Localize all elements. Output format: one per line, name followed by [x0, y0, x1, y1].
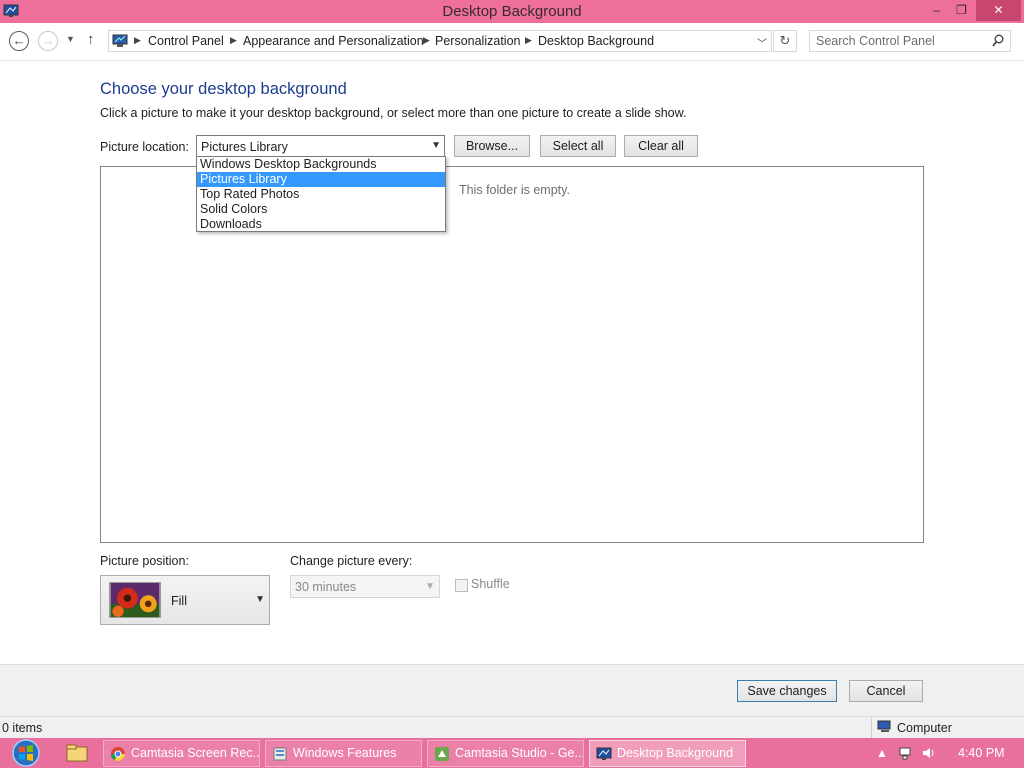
volume-icon[interactable]: [921, 746, 937, 760]
save-changes-button[interactable]: Save changes: [737, 680, 837, 702]
dropdown-option-downloads[interactable]: Downloads: [197, 217, 445, 232]
taskbar-item-label: Windows Features: [293, 746, 397, 760]
shuffle-checkbox: [455, 579, 468, 592]
flower-thumbnail-image: [109, 582, 161, 618]
breadcrumb-separator-icon: ▶: [230, 35, 237, 45]
camtasia-studio-icon: [435, 747, 449, 761]
address-dropdown-icon[interactable]: ﹀: [757, 35, 767, 50]
picture-position-select[interactable]: Fill ▼: [100, 575, 270, 625]
picture-position-label: Picture position:: [100, 554, 189, 568]
breadcrumb-control-panel[interactable]: Control Panel: [148, 34, 224, 48]
address-bar[interactable]: ▶ Control Panel ▶ Appearance and Persona…: [108, 30, 772, 52]
taskbar-item-label: Desktop Background: [617, 746, 734, 760]
dropdown-option-windows-backgrounds[interactable]: Windows Desktop Backgrounds: [197, 157, 445, 172]
close-button[interactable]: ✕: [976, 0, 1021, 21]
status-location: Computer: [897, 721, 952, 735]
title-bar: Desktop Background – ❐ ✕: [0, 0, 1024, 23]
file-explorer-icon[interactable]: [63, 742, 91, 764]
network-icon[interactable]: [898, 745, 914, 761]
page-description: Click a picture to make it your desktop …: [100, 106, 687, 120]
taskbar-item-label: Camtasia Screen Rec...: [131, 746, 260, 760]
status-divider: [871, 717, 872, 739]
taskbar-clock[interactable]: 4:40 PM: [958, 738, 1005, 768]
computer-icon: [877, 720, 891, 732]
breadcrumb-separator-icon: ▶: [423, 35, 430, 45]
empty-folder-message: This folder is empty.: [459, 183, 570, 197]
breadcrumb-desktop-background[interactable]: Desktop Background: [538, 34, 654, 48]
taskbar-item-camtasia-studio[interactable]: Camtasia Studio - Ge...: [427, 740, 584, 767]
chevron-down-icon: ▼: [431, 140, 441, 151]
maximize-button[interactable]: ❐: [949, 0, 974, 21]
picture-location-dropdown[interactable]: Windows Desktop Backgrounds Pictures Lib…: [196, 156, 446, 232]
picture-location-label: Picture location:: [100, 140, 189, 154]
cancel-button[interactable]: Cancel: [849, 680, 923, 702]
change-picture-value: 30 minutes: [295, 580, 357, 594]
shuffle-label: Shuffle: [471, 577, 510, 591]
minimize-button[interactable]: –: [924, 0, 949, 21]
taskbar-item-camtasia-recorder[interactable]: Camtasia Screen Rec...: [103, 740, 260, 767]
search-input[interactable]: [816, 34, 986, 48]
chevron-down-icon: ▼: [425, 581, 435, 592]
picture-location-select[interactable]: Pictures Library ▼: [196, 135, 445, 157]
search-icon[interactable]: [992, 34, 1004, 48]
back-arrow-icon[interactable]: ←: [9, 31, 29, 51]
chrome-icon: [111, 747, 125, 761]
breadcrumb-separator-icon: ▶: [525, 35, 532, 45]
taskbar-item-label: Camtasia Studio - Ge...: [455, 746, 584, 760]
chevron-down-icon[interactable]: ▼: [66, 34, 75, 44]
taskbar: Camtasia Screen Rec... Windows Features …: [0, 738, 1024, 768]
forward-arrow-icon[interactable]: →: [38, 31, 58, 51]
breadcrumb-personalization[interactable]: Personalization: [435, 34, 520, 48]
change-picture-label: Change picture every:: [290, 554, 413, 568]
main-content: Choose your desktop background Click a p…: [0, 62, 1024, 664]
dropdown-option-top-rated-photos[interactable]: Top Rated Photos: [197, 187, 445, 202]
taskbar-item-windows-features[interactable]: Windows Features: [265, 740, 422, 767]
breadcrumb-appearance[interactable]: Appearance and Personalization: [243, 34, 424, 48]
show-hidden-icons-icon[interactable]: ▲: [876, 738, 888, 768]
chevron-down-icon: ▼: [255, 594, 265, 605]
picture-location-value: Pictures Library: [201, 140, 288, 154]
navigation-bar: ← → ▼ ↑ ▶ Control Panel ▶ Appearance and…: [0, 23, 1024, 61]
window-title: Desktop Background: [442, 3, 582, 20]
windows-features-icon: [273, 747, 287, 761]
dropdown-option-pictures-library[interactable]: Pictures Library: [197, 172, 445, 187]
up-arrow-icon[interactable]: ↑: [87, 31, 95, 48]
picture-position-value: Fill: [171, 594, 187, 608]
windows-start-icon[interactable]: [8, 738, 44, 768]
browse-button[interactable]: Browse...: [454, 135, 530, 157]
item-count: 0 items: [2, 721, 43, 735]
desktop-background-icon: [596, 747, 612, 760]
status-bar: 0 items Computer: [0, 716, 1024, 739]
breadcrumb-separator-icon: ▶: [134, 35, 141, 45]
page-title: Choose your desktop background: [100, 80, 347, 98]
action-bar: Save changes Cancel: [0, 664, 1024, 716]
clear-all-button[interactable]: Clear all: [624, 135, 698, 157]
control-panel-icon: [112, 34, 128, 47]
taskbar-item-desktop-background[interactable]: Desktop Background: [589, 740, 746, 767]
select-all-button[interactable]: Select all: [540, 135, 616, 157]
dropdown-option-solid-colors[interactable]: Solid Colors: [197, 202, 445, 217]
search-box[interactable]: [809, 30, 1011, 52]
change-picture-select: 30 minutes ▼: [290, 575, 440, 598]
refresh-icon[interactable]: ↻: [773, 30, 797, 52]
